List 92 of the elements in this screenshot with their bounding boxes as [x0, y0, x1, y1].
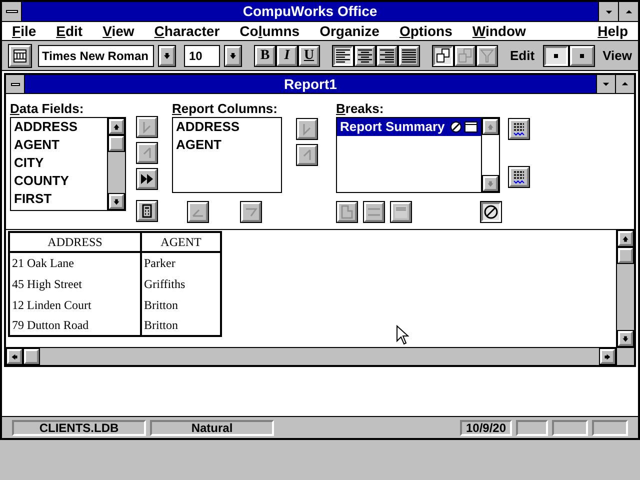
document-menu-button[interactable] — [6, 75, 25, 93]
edit-label: Edit — [510, 46, 535, 65]
bold-button[interactable]: B — [254, 44, 276, 66]
lines-icon — [511, 121, 527, 137]
table-cell: 12 Linden Court — [9, 294, 141, 315]
font-size-field[interactable]: 10 — [184, 44, 220, 66]
minimize-button[interactable] — [596, 75, 615, 93]
menu-item[interactable]: File — [2, 22, 46, 40]
status-field — [516, 420, 548, 436]
column-header: AGENT — [141, 232, 221, 252]
scroll-up-button[interactable] — [482, 118, 499, 135]
horizontal-scrollbar[interactable] — [6, 348, 616, 365]
menu-item[interactable]: Options — [389, 22, 462, 40]
minimize-button[interactable] — [598, 2, 618, 21]
table-cell: 45 High Street — [9, 273, 141, 294]
list-item[interactable]: COUNTY — [14, 172, 104, 190]
status-field — [592, 420, 628, 436]
cancel-button[interactable] — [480, 201, 502, 223]
align-center-button[interactable] — [354, 44, 376, 66]
scroll-thumb[interactable] — [617, 247, 634, 264]
menu-item[interactable]: Help — [588, 22, 638, 40]
menu-item[interactable]: Edit — [46, 22, 93, 40]
list-item[interactable]: ADDRESS — [14, 118, 104, 136]
align-justify-icon — [401, 48, 417, 62]
align-right-button[interactable] — [376, 44, 398, 66]
scroll-thumb[interactable] — [108, 135, 125, 152]
table-cell: 21 Oak Lane — [9, 252, 141, 273]
mouse-pointer-icon — [396, 325, 409, 345]
scrollbar[interactable] — [481, 118, 499, 192]
scroll-right-button[interactable] — [599, 348, 616, 365]
status-field: 10/9/20 — [460, 420, 512, 436]
lines-button[interactable] — [508, 118, 530, 140]
align-right-icon — [379, 48, 395, 62]
maximize-button[interactable] — [618, 2, 638, 21]
menu-item[interactable]: Organize — [310, 22, 390, 40]
status-field: Natural — [150, 420, 274, 436]
data-fields-list[interactable]: ADDRESS AGENT CITY COUNTY FIRST — [10, 117, 126, 211]
ruler-button[interactable] — [8, 44, 32, 68]
window-title: CompuWorks Office — [242, 2, 378, 21]
cancel-icon — [483, 204, 499, 220]
italic-button[interactable]: I — [276, 44, 298, 66]
mode-toggle[interactable] — [542, 44, 569, 66]
window-icon — [464, 121, 478, 133]
break-item[interactable]: Report Summary — [337, 118, 481, 136]
scroll-down-button[interactable] — [482, 175, 499, 192]
vertical-scrollbar[interactable] — [616, 230, 634, 347]
status-field — [552, 420, 588, 436]
align-center-icon — [357, 48, 373, 62]
view-label: View — [602, 46, 632, 65]
lines-icon — [511, 169, 527, 185]
scroll-up-button[interactable] — [108, 118, 125, 135]
font-name-field[interactable]: Times New Roman — [38, 44, 154, 66]
scroll-down-button[interactable] — [108, 193, 125, 210]
status-field: CLIENTS.LDB — [12, 420, 146, 436]
list-item[interactable]: CITY — [14, 154, 104, 172]
maximize-button[interactable] — [615, 75, 634, 93]
scroll-left-button[interactable] — [6, 348, 23, 365]
list-item[interactable]: AGENT — [176, 136, 278, 154]
size-dropdown-button[interactable] — [224, 44, 242, 66]
align-left-icon — [335, 48, 351, 62]
document-title: Report1 — [283, 75, 338, 93]
font-dropdown-button[interactable] — [158, 44, 176, 66]
scroll-thumb[interactable] — [23, 348, 40, 365]
no-entry-icon — [450, 121, 462, 133]
table-cell: Britton — [141, 294, 221, 315]
menu-item[interactable]: Window — [462, 22, 536, 40]
table-cell: Griffiths — [141, 273, 221, 294]
scroll-down-button[interactable] — [617, 330, 634, 347]
report-columns-list[interactable]: ADDRESS AGENT — [172, 117, 282, 193]
menu-item[interactable]: Columns — [230, 22, 310, 40]
table-cell: Parker — [141, 252, 221, 273]
breaks-list[interactable]: Report Summary — [336, 117, 500, 193]
list-item[interactable]: FIRST — [14, 190, 104, 208]
underline-button[interactable]: U — [298, 44, 320, 66]
lines-button[interactable] — [508, 166, 530, 188]
column-header: ADDRESS — [9, 232, 141, 252]
report-columns-label: Report Columns: — [172, 102, 278, 116]
mode-toggle[interactable] — [568, 44, 595, 66]
align-justify-button[interactable] — [398, 44, 420, 66]
scroll-up-button[interactable] — [617, 230, 634, 247]
ruler-icon — [13, 48, 27, 62]
align-left-button[interactable] — [332, 44, 354, 66]
menu-item[interactable]: View — [92, 22, 144, 40]
table-cell: Britton — [141, 315, 221, 336]
data-fields-label: Data Fields: — [10, 102, 85, 116]
table-cell: 79 Dutton Road — [9, 315, 141, 336]
list-item[interactable]: AGENT — [14, 136, 104, 154]
scrollbar[interactable] — [107, 118, 125, 210]
breaks-label: Breaks: — [336, 102, 385, 116]
menu-item[interactable]: Character — [144, 22, 230, 40]
system-menu-button[interactable] — [2, 2, 22, 21]
list-item[interactable]: ADDRESS — [176, 118, 278, 136]
